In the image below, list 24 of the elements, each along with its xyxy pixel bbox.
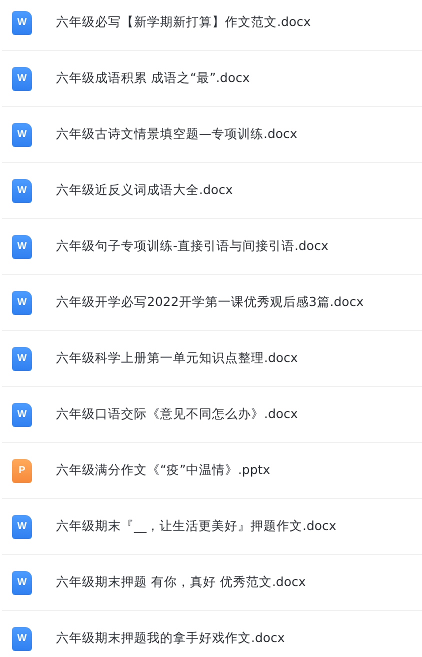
- file-name[interactable]: 六年级科学上册第一单元知识点整理.docx: [56, 350, 298, 367]
- document-icon: W: [12, 122, 32, 146]
- document-icon: W: [12, 570, 32, 594]
- document-icon: W: [12, 626, 32, 650]
- document-icon: W: [12, 514, 32, 538]
- file-name[interactable]: 六年级句子专项训练-直接引语与间接引语.docx: [56, 238, 328, 255]
- file-name[interactable]: 六年级期末押题我的拿手好戏作文.docx: [56, 630, 285, 647]
- file-name[interactable]: 六年级必写【新学期新打算】作文范文.docx: [56, 14, 311, 31]
- file-name[interactable]: 六年级古诗文情景填空题—专项训练.docx: [56, 126, 298, 143]
- document-icon: P: [12, 458, 32, 482]
- file-name[interactable]: 六年级近反义词成语大全.docx: [56, 182, 233, 199]
- document-icon: W: [12, 290, 32, 314]
- document-icon: W: [12, 402, 32, 426]
- document-icon: W: [12, 66, 32, 90]
- file-name[interactable]: 六年级成语积累 成语之“最”.docx: [56, 70, 250, 87]
- document-icon: W: [12, 10, 32, 34]
- file-name[interactable]: 六年级期末押题 有你，真好 优秀范文.docx: [56, 574, 306, 591]
- document-icon: W: [12, 178, 32, 202]
- file-name[interactable]: 六年级满分作文《“疫”中温情》.pptx: [56, 462, 270, 479]
- file-name[interactable]: 六年级开学必写2022开学第一课优秀观后感3篇.docx: [56, 294, 364, 311]
- document-icon: W: [12, 346, 32, 370]
- file-name[interactable]: 六年级口语交际《意见不同怎么办》.docx: [56, 406, 298, 423]
- file-name[interactable]: 六年级期末『__，让生活更美好』押题作文.docx: [56, 518, 336, 535]
- document-icon: W: [12, 234, 32, 258]
